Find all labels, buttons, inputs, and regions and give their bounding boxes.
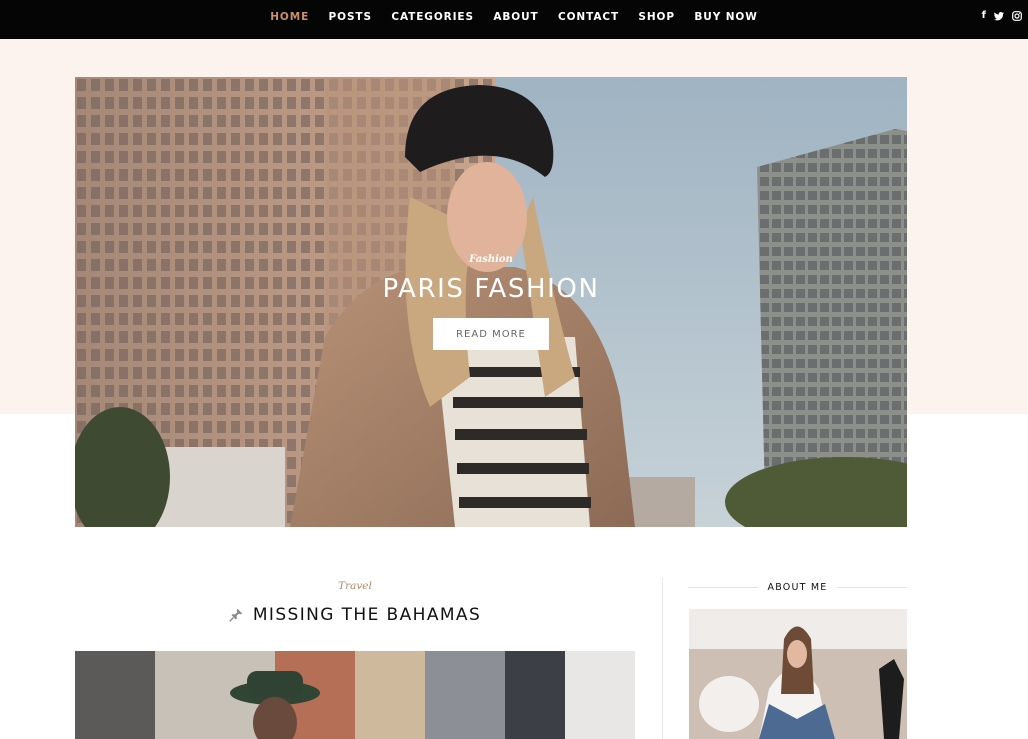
hero-category[interactable]: Fashion: [75, 254, 907, 265]
nav-categories[interactable]: CATEGORIES: [382, 11, 484, 23]
nav-posts[interactable]: POSTS: [319, 11, 382, 23]
post-title-row: MISSING THE BAHAMAS: [75, 605, 635, 625]
hero-title[interactable]: PARIS FASHION: [75, 274, 907, 304]
post-title[interactable]: MISSING THE BAHAMAS: [253, 605, 481, 625]
about-me-photo: [689, 609, 907, 739]
nav-about[interactable]: ABOUT: [484, 11, 549, 23]
about-me-title: ABOUT ME: [767, 581, 828, 593]
about-me-heading: ABOUT ME: [688, 580, 907, 594]
nav-contact[interactable]: CONTACT: [548, 11, 628, 23]
nav-shop[interactable]: SHOP: [629, 11, 685, 23]
social-links: f: [982, 10, 1022, 22]
main-menu: HOME POSTS CATEGORIES ABOUT CONTACT SHOP…: [0, 0, 1028, 33]
nav-buy-now[interactable]: BUY NOW: [685, 11, 768, 23]
pin-icon: [229, 608, 243, 622]
hero-slider[interactable]: Fashion PARIS FASHION READ MORE: [75, 77, 907, 527]
top-navigation-bar: HOME POSTS CATEGORIES ABOUT CONTACT SHOP…: [0, 0, 1028, 39]
instagram-icon[interactable]: [1012, 11, 1022, 21]
nav-home[interactable]: HOME: [261, 11, 319, 23]
heading-rule-right: [837, 586, 907, 588]
facebook-icon[interactable]: f: [982, 10, 986, 22]
post-featured-image[interactable]: [75, 651, 635, 739]
twitter-icon[interactable]: [994, 11, 1004, 21]
read-more-button[interactable]: READ MORE: [433, 318, 549, 350]
heading-rule-left: [688, 586, 758, 588]
post-category[interactable]: Travel: [75, 580, 635, 592]
column-divider: [662, 578, 663, 739]
